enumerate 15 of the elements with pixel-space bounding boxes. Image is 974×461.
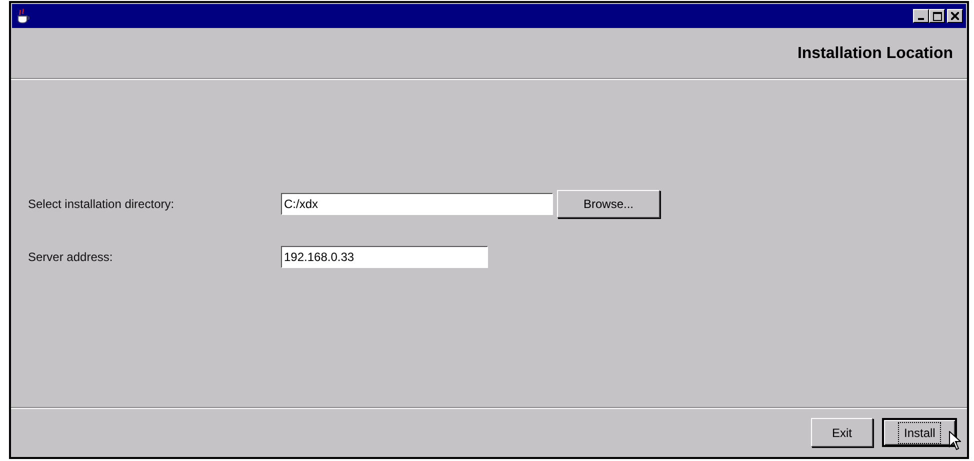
maximize-button[interactable] (929, 9, 945, 23)
close-button[interactable] (947, 9, 963, 23)
dialog-button[interactable]: Exit (810, 418, 873, 447)
mouse-pointer-icon (949, 431, 961, 450)
minimize-button[interactable] (913, 9, 929, 23)
close-icon (951, 12, 959, 20)
page-heading: Installation Location (797, 44, 953, 62)
input-field[interactable]: C:/xdx (281, 193, 553, 215)
browse-button[interactable]: Browse... (557, 190, 660, 218)
input-field[interactable]: 192.168.0.33 (281, 246, 488, 268)
maximize-icon (932, 12, 942, 20)
dialog-button[interactable]: Install (882, 418, 957, 447)
field-label: Select installation directory: (28, 197, 176, 211)
cup-icon (15, 8, 31, 24)
field-label: Server address: (28, 250, 114, 264)
